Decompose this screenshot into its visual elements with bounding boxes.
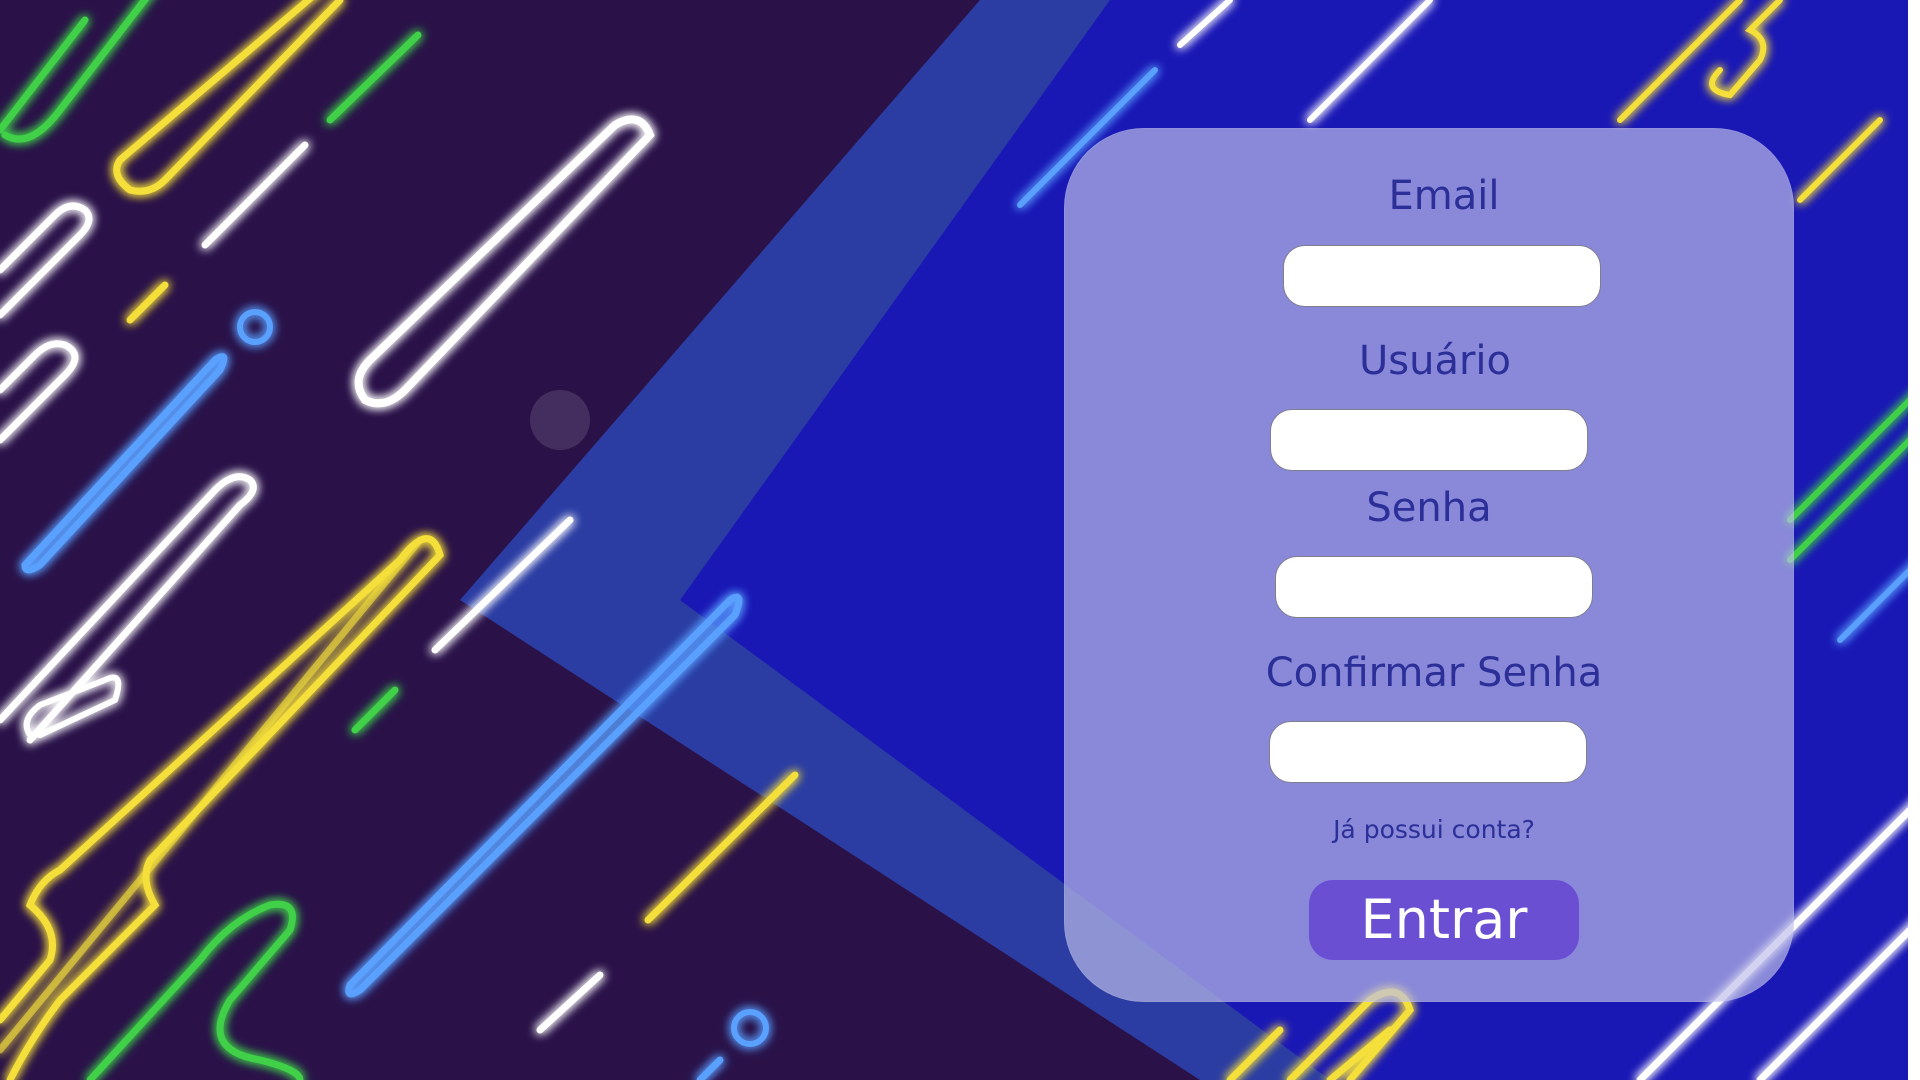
password-input[interactable] — [1275, 556, 1593, 618]
password-label: Senha — [1366, 485, 1492, 531]
page-background: Email Usuário Senha Confirmar Senha Já p… — [0, 0, 1920, 1080]
submit-button[interactable]: Entrar — [1309, 880, 1579, 960]
confirm-password-label: Confirmar Senha — [1265, 650, 1603, 696]
email-input[interactable] — [1283, 245, 1601, 307]
username-label: Usuário — [1358, 338, 1512, 384]
confirm-password-input[interactable] — [1269, 721, 1587, 783]
login-link[interactable]: Já possui conta? — [1333, 815, 1535, 844]
window-scrollbar[interactable] — [1908, 0, 1920, 1080]
email-label: Email — [1388, 173, 1500, 219]
username-input[interactable] — [1270, 409, 1588, 471]
